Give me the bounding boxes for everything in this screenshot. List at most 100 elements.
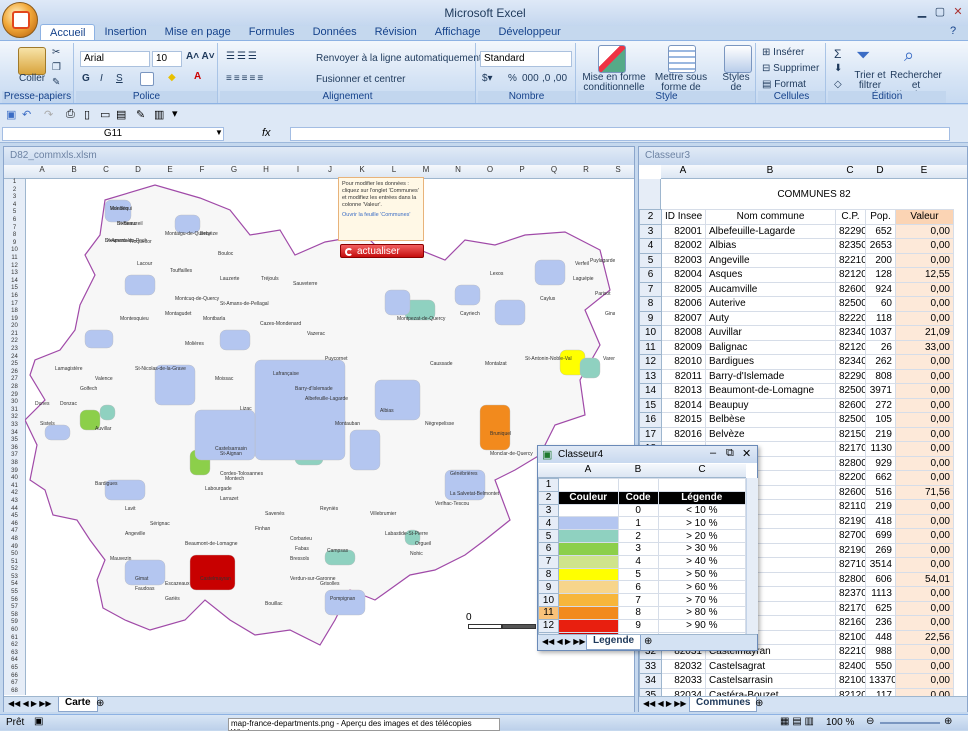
table-cell[interactable]: 0,00 bbox=[895, 528, 954, 544]
qat-dropdown-icon[interactable]: ▾ bbox=[172, 107, 178, 120]
map-col-header[interactable]: S bbox=[602, 165, 634, 174]
map-row-header[interactable]: 48 bbox=[4, 536, 25, 544]
table-cell[interactable]: 82500 bbox=[835, 296, 866, 312]
map-row-header[interactable]: 8 bbox=[4, 232, 25, 240]
map-row-header[interactable]: 50 bbox=[4, 551, 25, 559]
map-row-header[interactable]: 42 bbox=[4, 490, 25, 498]
row-header[interactable]: 34 bbox=[639, 673, 662, 689]
table-cell[interactable]: 0,00 bbox=[895, 455, 954, 471]
map-col-header[interactable]: I bbox=[282, 165, 314, 174]
map-col-header[interactable]: J bbox=[314, 165, 346, 174]
table-cell[interactable]: 269 bbox=[865, 542, 896, 558]
fill-color-icon[interactable]: ◆ bbox=[168, 72, 176, 83]
table-cell[interactable]: 21,09 bbox=[895, 325, 954, 341]
table-cell[interactable]: 82170 bbox=[835, 441, 866, 457]
map-row-header[interactable]: 66 bbox=[4, 673, 25, 681]
table-cell[interactable]: 82002 bbox=[661, 238, 706, 254]
table-cell[interactable]: 0,00 bbox=[895, 281, 954, 297]
table-cell[interactable]: 262 bbox=[865, 354, 896, 370]
row-header[interactable]: 8 bbox=[538, 567, 559, 582]
tab-mise-en-page[interactable]: Mise en page bbox=[156, 24, 240, 41]
table-cell[interactable]: 82800 bbox=[835, 455, 866, 471]
print-icon[interactable]: ▤ bbox=[116, 108, 126, 121]
table-cell[interactable]: 0,00 bbox=[895, 542, 954, 558]
legend-close-icon[interactable]: ✕ bbox=[742, 447, 751, 460]
table-cell[interactable]: 82600 bbox=[835, 281, 866, 297]
table-cell[interactable]: 82350 bbox=[835, 238, 866, 254]
table-cell[interactable]: 606 bbox=[865, 571, 896, 587]
sheet-tab-carte[interactable]: Carte bbox=[58, 697, 98, 712]
function-icon[interactable]: fx bbox=[262, 127, 271, 139]
open-communes-link[interactable]: Ouvrir la feuille 'Communes' bbox=[342, 212, 420, 219]
wrap-text-button[interactable]: Renvoyer à la ligne automatiquement bbox=[316, 53, 482, 64]
table-cell[interactable]: 0,00 bbox=[895, 296, 954, 312]
tab-affichage[interactable]: Affichage bbox=[426, 24, 490, 41]
sort-filter-button[interactable]: Trier et filtrer bbox=[852, 71, 888, 91]
minimize-icon[interactable]: ▁ bbox=[912, 4, 932, 20]
thousands-button[interactable]: 000 bbox=[522, 73, 539, 84]
currency-icon[interactable]: $▾ bbox=[482, 73, 493, 84]
clear-icon[interactable]: ◇ bbox=[834, 79, 842, 90]
row-header[interactable]: 11 bbox=[538, 605, 559, 620]
table-cell[interactable]: 82370 bbox=[835, 586, 866, 602]
map-col-header[interactable]: Q bbox=[538, 165, 570, 174]
legend-label[interactable]: > 20 % bbox=[657, 529, 747, 543]
macro-record-icon[interactable]: ▣ bbox=[34, 716, 43, 727]
table-cell[interactable]: 54,01 bbox=[895, 571, 954, 587]
map-row-header[interactable]: 11 bbox=[4, 255, 25, 263]
map-row-header[interactable]: 67 bbox=[4, 680, 25, 688]
table-cell[interactable]: 82340 bbox=[835, 325, 866, 341]
table-cell[interactable]: 82200 bbox=[835, 470, 866, 486]
name-box[interactable]: G11 bbox=[2, 127, 224, 141]
map-col-header[interactable]: C bbox=[90, 165, 122, 174]
table-cell[interactable]: Barry-d'Islemade bbox=[705, 368, 836, 384]
table-cell[interactable]: 662 bbox=[865, 470, 896, 486]
table-cell[interactable]: 82190 bbox=[835, 542, 866, 558]
map-col-header[interactable]: K bbox=[346, 165, 378, 174]
map-row-header[interactable]: 44 bbox=[4, 506, 25, 514]
table-cell[interactable]: 0,00 bbox=[895, 658, 954, 674]
table-cell[interactable]: 0,00 bbox=[895, 238, 954, 254]
map-row-header[interactable]: 2 bbox=[4, 187, 25, 195]
map-row-header[interactable]: 27 bbox=[4, 376, 25, 384]
communes-nav-icon[interactable]: ◀◀ ◀ ▶ ▶▶ bbox=[643, 699, 687, 708]
map-row-header[interactable]: 53 bbox=[4, 574, 25, 582]
map-row-header[interactable]: 26 bbox=[4, 369, 25, 377]
legend-code[interactable]: 7 bbox=[617, 593, 659, 607]
legend-header-cell[interactable]: Code bbox=[617, 490, 659, 505]
map-row-header[interactable]: 46 bbox=[4, 521, 25, 529]
legend-cell[interactable] bbox=[617, 478, 659, 492]
name-box-dropdown-icon[interactable]: ▼ bbox=[215, 128, 223, 137]
legend-code[interactable]: 5 bbox=[617, 567, 659, 582]
table-cell[interactable]: 3971 bbox=[865, 383, 896, 399]
table-cell[interactable]: 82150 bbox=[835, 426, 866, 442]
table-cell[interactable]: 82500 bbox=[835, 383, 866, 399]
legend-color-swatch[interactable] bbox=[557, 580, 619, 595]
table-cell[interactable]: 1113 bbox=[865, 586, 896, 602]
new-icon[interactable]: ▯ bbox=[84, 108, 90, 121]
map-row-header[interactable]: 29 bbox=[4, 392, 25, 400]
table-cell[interactable]: 82008 bbox=[661, 325, 706, 341]
row-header[interactable]: 16 bbox=[639, 412, 662, 428]
map-row-header[interactable]: 1 bbox=[4, 179, 25, 187]
row-header[interactable]: 5 bbox=[639, 252, 662, 268]
merge-center-button[interactable]: Fusionner et centrer bbox=[316, 74, 406, 85]
map-row-header[interactable]: 45 bbox=[4, 513, 25, 521]
map-row-header[interactable]: 38 bbox=[4, 460, 25, 468]
legend-color-swatch[interactable] bbox=[557, 516, 619, 531]
map-row-header[interactable]: 21 bbox=[4, 331, 25, 339]
legend-code[interactable]: 4 bbox=[617, 554, 659, 569]
table-cell[interactable]: 550 bbox=[865, 658, 896, 674]
autosum-icon[interactable]: Σ bbox=[834, 47, 841, 61]
map-col-header[interactable]: B bbox=[58, 165, 90, 174]
legend-code[interactable]: 3 bbox=[617, 541, 659, 556]
table-cell[interactable]: Belvèze bbox=[705, 426, 836, 442]
map-row-header[interactable]: 55 bbox=[4, 589, 25, 597]
table-cell[interactable]: 82010 bbox=[661, 354, 706, 370]
row-header[interactable]: 13 bbox=[639, 368, 662, 384]
map-row-header[interactable]: 24 bbox=[4, 354, 25, 362]
legend-color-swatch[interactable] bbox=[557, 593, 619, 607]
legend-code[interactable]: 6 bbox=[617, 580, 659, 595]
table-cell[interactable]: 0,00 bbox=[895, 310, 954, 326]
legend-scrollbar[interactable] bbox=[746, 478, 758, 634]
